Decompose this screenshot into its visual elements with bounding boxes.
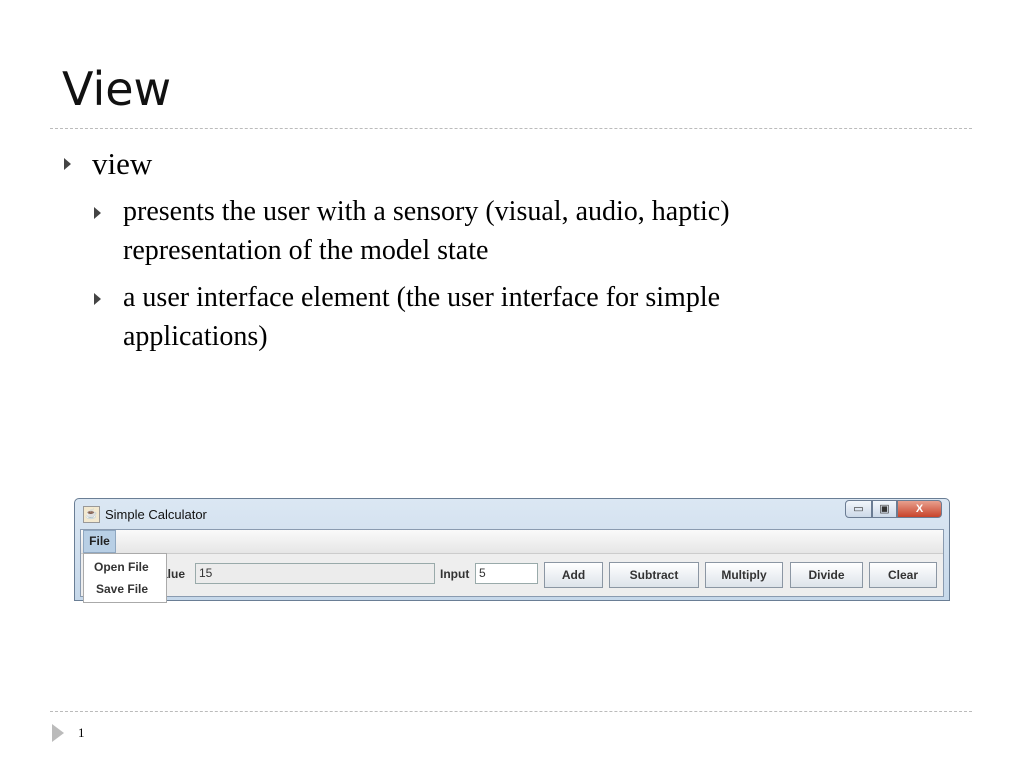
minimize-button[interactable]: ▭ (845, 500, 872, 518)
clear-button[interactable]: Clear (869, 562, 937, 588)
sub-bullet-text: representation of the model state (123, 235, 489, 266)
bullet-arrow-icon (94, 293, 101, 305)
calculator-window: ☕ Simple Calculator ▭ ▣ X File Open File… (74, 498, 950, 603)
java-icon: ☕ (83, 506, 100, 523)
subtract-button[interactable]: Subtract (609, 562, 699, 588)
window-content: File Open File Save File alue 15 Input 5… (80, 529, 944, 603)
footer-triangle-icon (52, 724, 64, 742)
footer-divider (50, 711, 972, 712)
sub-bullet-text: a user interface element (the user inter… (123, 282, 721, 313)
page-number: 1 (78, 725, 85, 740)
multiply-button[interactable]: Multiply (705, 562, 783, 588)
bullet-arrow-icon (64, 158, 71, 170)
input-field[interactable]: 5 (475, 563, 538, 584)
window-title: Simple Calculator (105, 507, 207, 522)
slide-title: View (62, 62, 172, 116)
divide-button[interactable]: Divide (790, 562, 863, 588)
sub-bullet-text: applications) (123, 321, 268, 352)
file-dropdown: Open File Save File (83, 553, 167, 603)
sub-bullet-text: presents the user with a sensory (visual… (123, 196, 730, 227)
divider (50, 128, 972, 129)
bullet-arrow-icon (94, 207, 101, 219)
menu-item-open-file[interactable]: Open File (94, 560, 149, 574)
menu-file[interactable]: File (83, 530, 116, 553)
menu-bar: File (81, 530, 943, 554)
menu-item-save-file[interactable]: Save File (96, 582, 148, 596)
maximize-button[interactable]: ▣ (872, 500, 897, 518)
close-button[interactable]: X (897, 500, 942, 518)
add-button[interactable]: Add (544, 562, 603, 588)
bullet-text: view (92, 146, 153, 181)
value-field: 15 (195, 563, 435, 584)
input-label: Input (440, 567, 470, 581)
